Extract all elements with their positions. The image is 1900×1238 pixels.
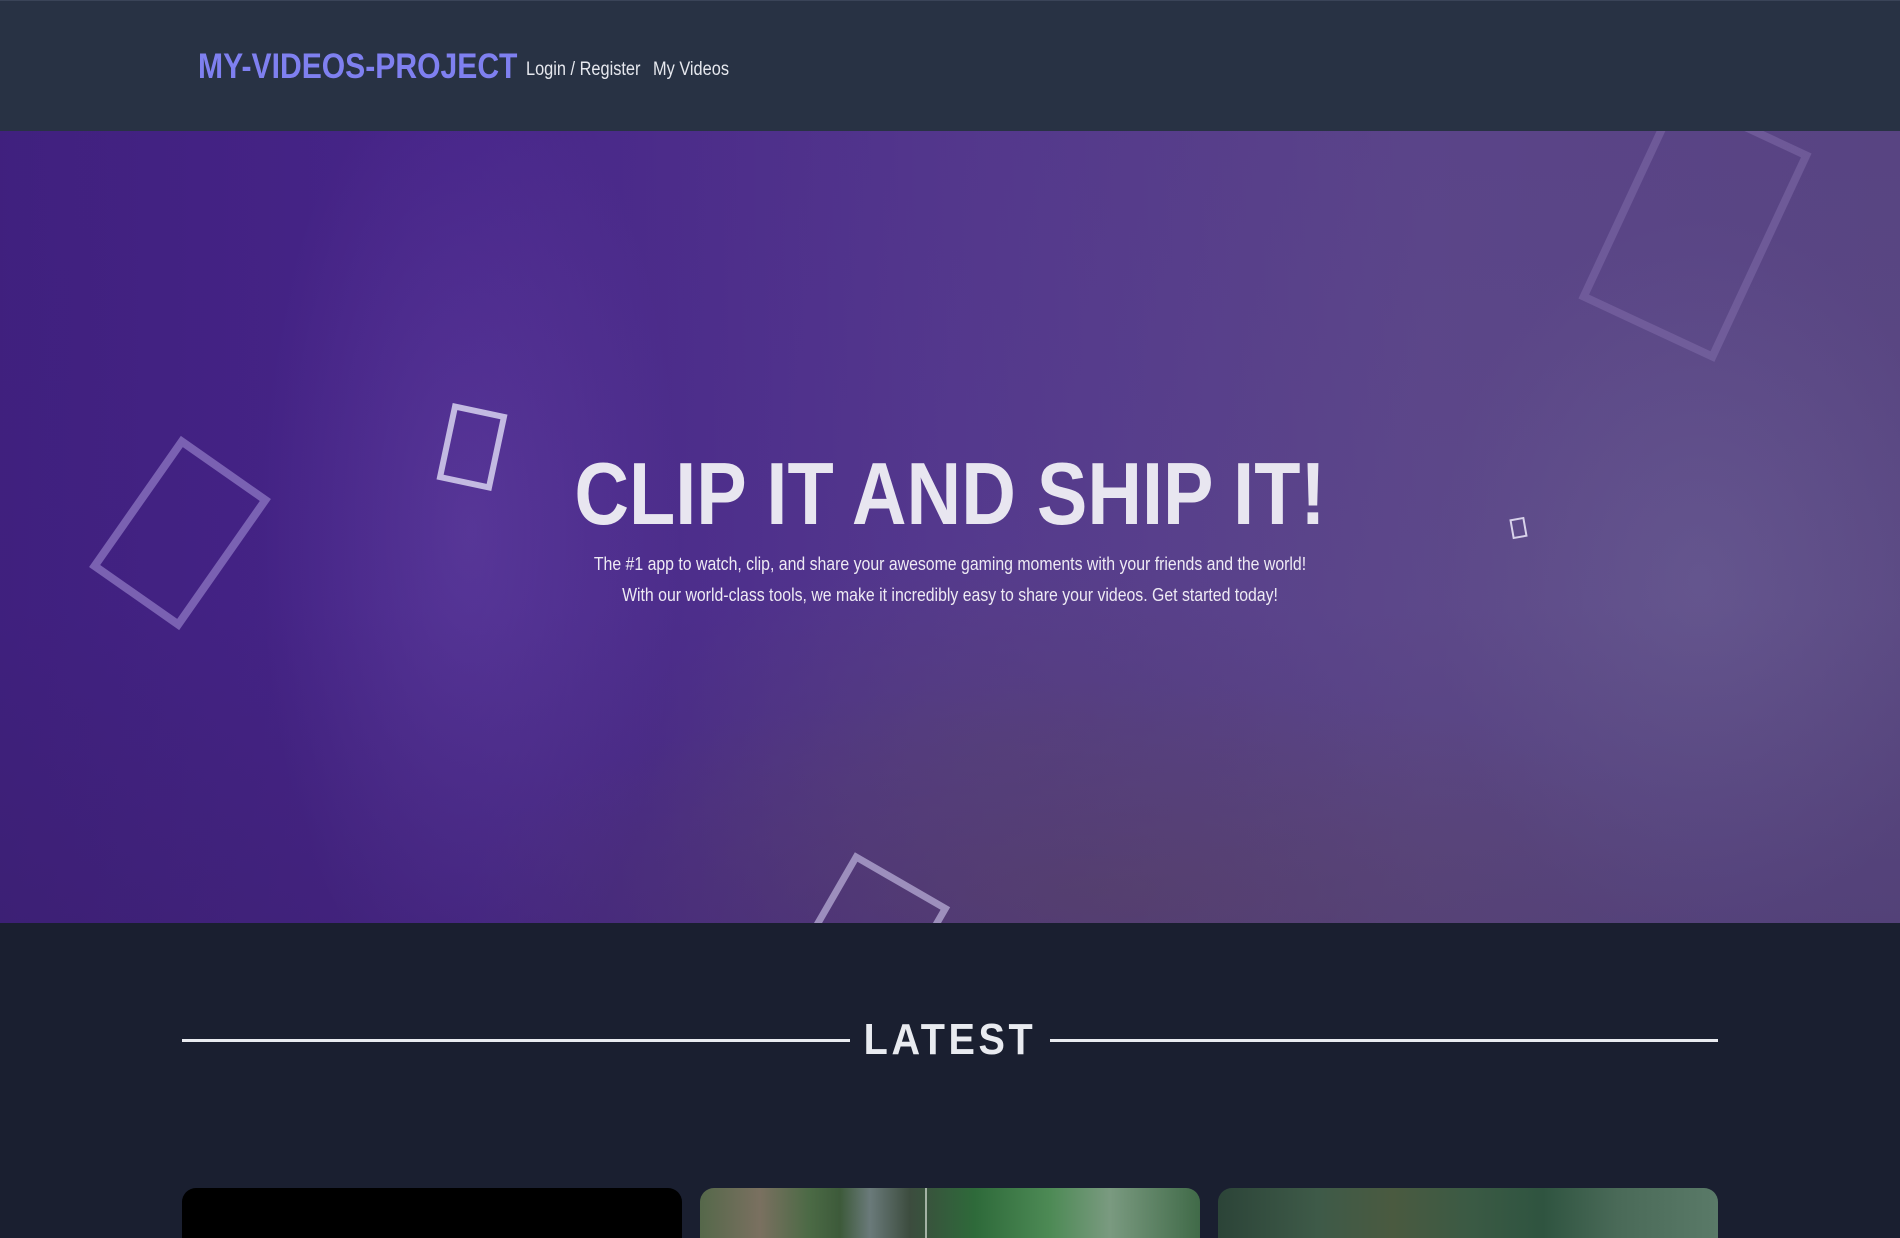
hero-description-text: The #1 app to watch, clip, and share you… [593,554,1307,605]
video-thumbnail[interactable] [182,1188,682,1238]
nav-link-my-videos[interactable]: My Videos [653,59,729,81]
nav-link-login-register[interactable]: Login / Register [526,59,640,81]
video-card[interactable] [182,1188,682,1238]
thumbnail-detail [925,1188,927,1238]
hero-banner: CLIP IT AND SHIP IT! The #1 app to watch… [0,131,1900,923]
video-thumbnail[interactable] [1218,1188,1718,1238]
video-thumbnail[interactable] [700,1188,1200,1238]
hero-title: CLIP IT AND SHIP IT! [574,444,1326,543]
navbar: MY-VIDEOS-PROJECT Login / Register My Vi… [0,0,1900,131]
divider-line-right [1050,1039,1718,1042]
latest-section-header: LATEST [182,1015,1718,1071]
brand-logo-link[interactable]: MY-VIDEOS-PROJECT [198,47,517,87]
video-card[interactable] [1218,1188,1718,1238]
latest-heading: LATEST [863,1015,1037,1064]
divider-line-left [182,1039,850,1042]
hero-description: The #1 app to watch, clip, and share you… [525,549,1375,611]
video-card[interactable] [700,1188,1200,1238]
